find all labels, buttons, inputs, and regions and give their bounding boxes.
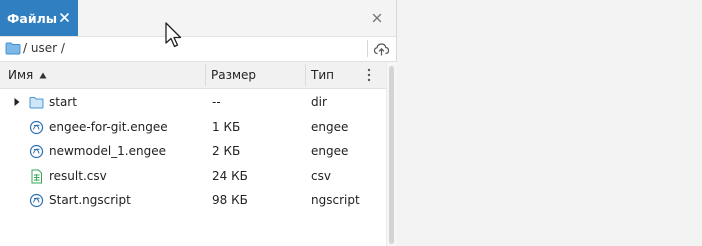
folder-icon — [29, 97, 44, 109]
file-size: 98 КБ — [212, 193, 248, 207]
list-item[interactable]: result.csv 24 КБ csv — [0, 165, 386, 190]
column-header-name[interactable]: Имя — [8, 68, 47, 82]
column-divider[interactable] — [305, 64, 306, 86]
workspace-area — [397, 0, 702, 246]
mouse-cursor-icon — [165, 22, 182, 48]
scrollbar-thumb[interactable] — [389, 66, 394, 244]
csv-file-icon — [31, 169, 42, 183]
file-size: 1 КБ — [212, 119, 241, 134]
list-item[interactable]: Start.ngscript 98 КБ ngscript — [0, 189, 386, 214]
divider — [367, 40, 368, 57]
folder-icon — [5, 42, 21, 55]
more-vertical-icon[interactable] — [364, 68, 374, 82]
file-list-header: Имя Размер Тип — [0, 62, 386, 89]
tab-bar: Файлы — [0, 0, 396, 37]
file-type: engee — [311, 144, 349, 158]
file-name: Start.ngscript — [49, 193, 131, 207]
chevron-right-icon[interactable] — [13, 97, 21, 107]
file-type: csv — [311, 168, 331, 183]
close-icon[interactable] — [58, 11, 71, 24]
list-item[interactable]: newmodel_1.engee 2 КБ engee — [0, 140, 386, 165]
file-size: 2 КБ — [212, 144, 241, 158]
breadcrumb[interactable]: / user / — [23, 41, 65, 55]
column-divider[interactable] — [205, 64, 206, 86]
column-name-label: Имя — [8, 68, 34, 82]
list-item[interactable]: start -- dir — [0, 91, 386, 116]
file-name: engee-for-git.engee — [49, 119, 168, 134]
sort-ascending-icon — [39, 72, 47, 78]
path-bar: / user / — [0, 37, 396, 62]
tab-files[interactable]: Файлы — [0, 0, 78, 36]
vertical-scrollbar[interactable] — [386, 62, 397, 246]
column-header-size[interactable]: Размер — [211, 68, 256, 82]
file-size: 24 КБ — [212, 168, 248, 183]
tab-files-label: Файлы — [7, 10, 58, 26]
file-list: start -- dir engee-for-git.engee 1 КБ en… — [0, 91, 386, 214]
file-browser-panel: Файлы / user / Имя Размер Тип start -- d… — [0, 0, 397, 246]
file-type: engee — [311, 119, 349, 134]
file-size: -- — [212, 95, 221, 109]
file-name: newmodel_1.engee — [49, 144, 166, 158]
upload-icon[interactable] — [373, 41, 390, 57]
file-name: start — [49, 95, 77, 109]
column-header-type[interactable]: Тип — [311, 68, 334, 82]
ngscript-file-icon — [29, 193, 44, 208]
file-type: ngscript — [311, 193, 360, 207]
file-name: result.csv — [49, 168, 107, 183]
engee-file-icon — [29, 144, 44, 159]
close-panel-icon[interactable] — [370, 11, 384, 25]
engee-file-icon — [29, 120, 44, 134]
list-item[interactable]: engee-for-git.engee 1 КБ engee — [0, 116, 386, 141]
file-type: dir — [311, 95, 327, 109]
